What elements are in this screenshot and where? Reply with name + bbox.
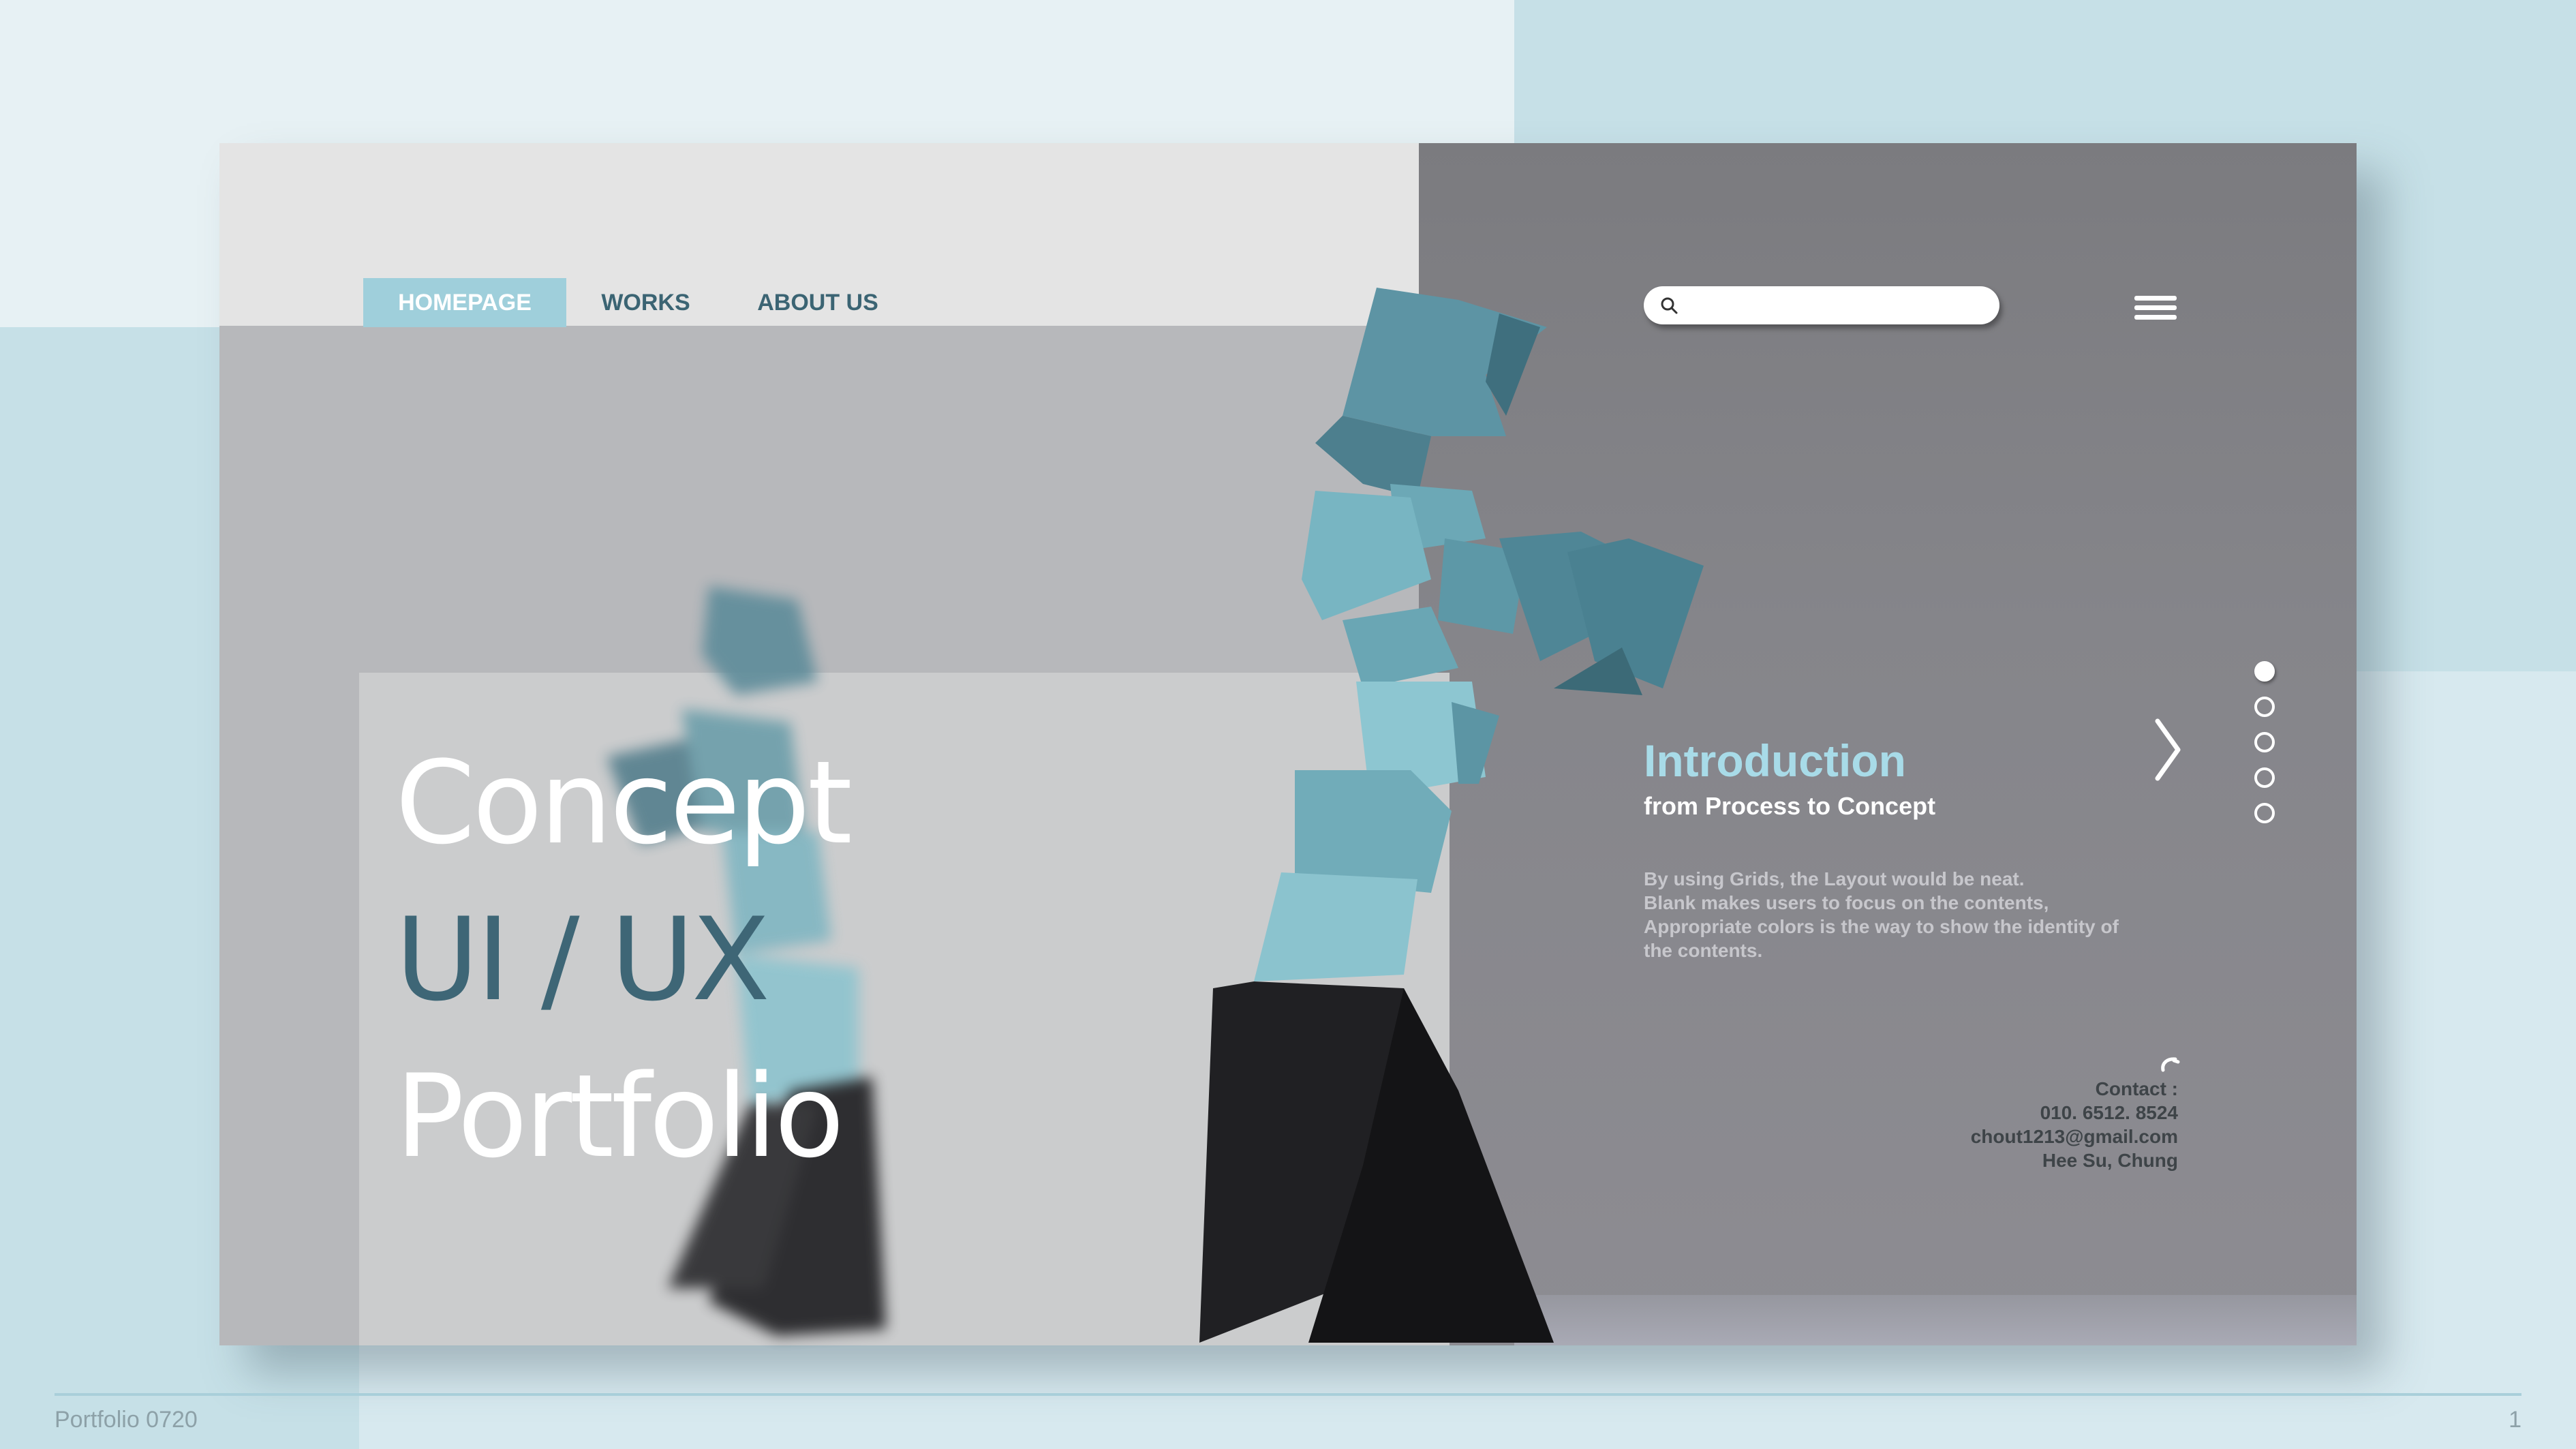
footer-divider bbox=[55, 1393, 2521, 1396]
intro-body-line: Blank makes users to focus on the conten… bbox=[1644, 892, 2049, 913]
search-input[interactable] bbox=[1691, 292, 1987, 320]
intro-subheading: from Process to Concept bbox=[1644, 792, 1936, 820]
pagination-dot-2[interactable] bbox=[2254, 697, 2275, 717]
contact-name: Hee Su, Chung bbox=[2042, 1150, 2178, 1171]
nav-item-homepage[interactable]: HOMEPAGE bbox=[363, 278, 566, 327]
search-bar[interactable] bbox=[1644, 286, 1999, 324]
phone-icon bbox=[2161, 1057, 2180, 1072]
pagination-dot-5[interactable] bbox=[2254, 803, 2275, 823]
pagination-dot-3[interactable] bbox=[2254, 732, 2275, 752]
intro-body-line: By using Grids, the Layout would be neat… bbox=[1644, 868, 2025, 889]
intro-body-line: Appropriate colors is the way to show th… bbox=[1644, 916, 2119, 937]
hamburger-menu-icon[interactable] bbox=[2133, 293, 2178, 323]
contact-phone: 010. 6512. 8524 bbox=[2040, 1102, 2178, 1123]
intro-heading: Introduction bbox=[1644, 735, 1906, 786]
search-icon bbox=[1661, 297, 1678, 314]
pagination-dot-4[interactable] bbox=[2254, 767, 2275, 788]
intro-body-line: the contents. bbox=[1644, 940, 1763, 961]
hero-title-ui-ux: UI / UX bbox=[395, 893, 770, 1026]
nav-item-about-us[interactable]: ABOUT US bbox=[746, 278, 889, 327]
contact-email: chout1213@gmail.com bbox=[1970, 1126, 2178, 1147]
hero-title-portfolio: Portfolio bbox=[395, 1050, 844, 1183]
footer-label: Portfolio 0720 bbox=[55, 1407, 198, 1433]
contact-label: Contact : bbox=[2095, 1078, 2178, 1099]
hero-title-concept: Concept bbox=[395, 736, 853, 870]
page-number: 1 bbox=[2509, 1407, 2521, 1433]
chevron-right-icon[interactable] bbox=[2153, 717, 2183, 782]
nav-item-works[interactable]: WORKS bbox=[586, 278, 705, 327]
intro-body: By using Grids, the Layout would be neat… bbox=[1644, 867, 2189, 962]
pagination-dot-1[interactable] bbox=[2254, 661, 2275, 682]
contact-info: Contact : 010. 6512. 8524 chout1213@gmai… bbox=[1840, 1077, 2178, 1172]
